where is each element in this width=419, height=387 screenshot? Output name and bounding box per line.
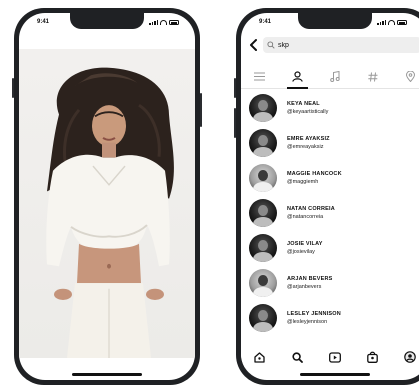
list-item[interactable]: NATAN CORREIA @natancorreia <box>249 198 419 228</box>
home-icon <box>254 351 265 363</box>
notch <box>298 13 372 29</box>
avatar <box>249 199 277 227</box>
status-time: 9:41 <box>37 19 50 25</box>
search-input[interactable] <box>275 41 419 49</box>
user-name: EMRE AYAKSIZ <box>287 136 330 142</box>
tab-people[interactable] <box>279 65 317 89</box>
tab-menu[interactable] <box>241 65 279 88</box>
left-phone-screen: 9:41 <box>19 13 195 380</box>
user-handle: @maggiemh <box>287 179 319 185</box>
profile-icon <box>404 351 416 363</box>
avatar <box>249 164 277 192</box>
user-handle: @keyaartistically <box>287 109 329 115</box>
home-indicator <box>300 373 370 376</box>
search-icon <box>267 41 275 49</box>
list-item[interactable]: KEYA NEAL @keyaartistically <box>249 93 419 123</box>
tab-places[interactable] <box>391 65 419 88</box>
tab-audio[interactable] <box>316 65 354 88</box>
home-indicator <box>72 373 142 376</box>
person-icon <box>292 71 303 82</box>
search-bar <box>249 37 419 53</box>
search-field[interactable] <box>263 37 419 53</box>
nav-profile[interactable] <box>400 347 419 367</box>
wifi-icon <box>160 20 167 25</box>
location-pin-icon <box>405 71 415 82</box>
avatar <box>249 234 277 262</box>
tab-hashtags[interactable] <box>354 65 392 88</box>
user-name: LESLEY JENNISON <box>287 311 341 317</box>
user-handle: @emreayaksiz <box>287 144 324 150</box>
signal-icon <box>149 20 158 25</box>
user-name: JOSIE VILAY <box>287 241 323 247</box>
nav-shop[interactable] <box>363 347 383 367</box>
notch <box>70 13 144 29</box>
nav-search[interactable] <box>287 347 307 367</box>
nav-video[interactable] <box>325 347 345 367</box>
fashion-photo[interactable] <box>19 49 195 358</box>
list-item[interactable]: JOSIE VILAY @josievilay <box>249 233 419 263</box>
user-name: NATAN CORREIA <box>287 206 335 212</box>
list-item[interactable]: ARJAN BEVERS @arjanbevers <box>249 268 419 298</box>
user-handle: @arjanbevers <box>287 284 322 290</box>
search-icon <box>292 351 303 363</box>
list-item[interactable]: EMRE AYAKSIZ @emreayaksiz <box>249 128 419 158</box>
left-phone-frame: 9:41 <box>12 8 202 385</box>
bag-icon <box>367 351 378 363</box>
hashtag-icon <box>367 71 378 82</box>
search-filter-tabs <box>241 65 419 89</box>
right-phone-screen: 9:41 skp KEYA NEAL @keyaartistically EMR… <box>241 13 419 380</box>
status-time: 9:41 <box>259 19 272 25</box>
battery-icon <box>169 20 179 25</box>
user-name: MAGGIE HANCOCK <box>287 171 342 177</box>
avatar <box>249 304 277 332</box>
user-handle: @josievilay <box>287 249 315 255</box>
bottom-nav-bar <box>241 346 419 368</box>
avatar <box>249 94 277 122</box>
nav-home[interactable] <box>250 347 270 367</box>
right-phone-frame: 9:41 skp KEYA NEAL @keyaartistically EMR… <box>234 8 419 385</box>
music-note-icon <box>330 71 340 82</box>
user-name: ARJAN BEVERS <box>287 276 333 282</box>
avatar <box>249 269 277 297</box>
signal-icon <box>377 20 386 25</box>
list-item[interactable]: LESLEY JENNISON @lesleyjennison <box>249 303 419 333</box>
wifi-icon <box>388 20 395 25</box>
user-handle: @lesleyjennison <box>287 319 328 325</box>
user-name: KEYA NEAL <box>287 101 320 107</box>
back-arrow-icon[interactable] <box>249 38 259 52</box>
avatar <box>249 129 277 157</box>
video-icon <box>329 351 341 363</box>
user-handle: @natancorreia <box>287 214 324 220</box>
model-image <box>46 67 174 358</box>
menu-icon <box>254 72 266 81</box>
battery-icon <box>397 20 407 25</box>
list-item[interactable]: MAGGIE HANCOCK @maggiemh <box>249 163 419 193</box>
